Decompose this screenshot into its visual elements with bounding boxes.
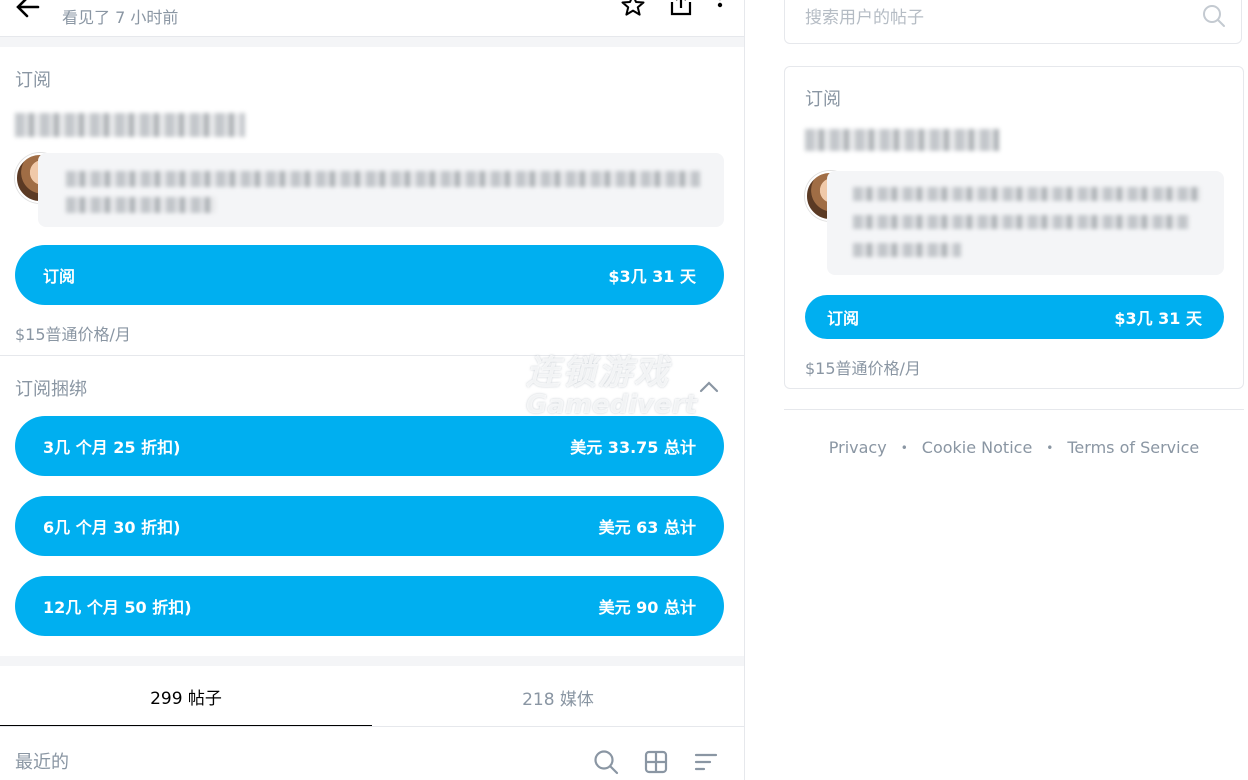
subscribe-button-label: 订阅 (43, 267, 76, 286)
watermark-line1: 连锁游戏 (526, 353, 670, 393)
terms-link[interactable]: Terms of Service (1067, 438, 1199, 457)
divider (784, 409, 1244, 410)
bundle-label: 6几 个月 30 折扣) (43, 518, 181, 537)
section-gap (0, 656, 744, 666)
blurred-bio-message (38, 153, 724, 227)
profile-main-column: 看见了 7 小时前 订阅 订阅 $3几 31 天 $15普通价格/月 订阅捆绑 … (0, 0, 745, 780)
bundle-total: 美元 63 总计 (598, 518, 696, 537)
bundle-3-months-button[interactable]: 3几 个月 25 折扣) 美元 33.75 总计 (15, 416, 724, 476)
search-input[interactable]: 搜索用户的帖子 (805, 3, 924, 28)
subscription-label: 订阅 (15, 70, 51, 91)
last-seen-text: 看见了 7 小时前 (62, 8, 179, 27)
search-icon[interactable] (1201, 3, 1227, 33)
separator-dot: • (900, 440, 908, 455)
bundle-label: 3几 个月 25 折扣) (43, 438, 181, 457)
back-arrow-icon[interactable] (14, 0, 42, 24)
bundles-label: 订阅捆绑 (15, 379, 87, 400)
bundle-label: 12几 个月 50 折扣) (43, 598, 192, 617)
tab-media-label: 218 媒体 (522, 689, 594, 710)
divider (0, 726, 744, 727)
bundle-12-months-button[interactable]: 12几 个月 50 折扣) 美元 90 总计 (15, 576, 724, 636)
subscription-card: 订阅 订阅 $3几 31 天 $15普通价格/月 (784, 66, 1244, 389)
watermark: 连锁游戏 Gamedivert (526, 345, 697, 420)
bundle-total: 美元 33.75 总计 (570, 438, 696, 457)
star-icon[interactable] (620, 0, 646, 22)
bundle-6-months-button[interactable]: 6几 个月 30 折扣) 美元 63 总计 (15, 496, 724, 556)
bundle-total: 美元 90 总计 (598, 598, 696, 617)
card-subscribe-price: $3几 31 天 (1114, 309, 1202, 328)
blurred-display-name (15, 113, 245, 137)
blurred-bio-message (827, 171, 1224, 275)
header-actions (620, 0, 724, 22)
chevron-up-icon[interactable] (698, 378, 720, 397)
more-vertical-icon[interactable] (716, 0, 724, 22)
card-subscribe-button[interactable]: 订阅 $3几 31 天 (805, 295, 1224, 339)
separator-dot: • (1046, 440, 1054, 455)
card-subscribe-label: 订阅 (827, 309, 860, 328)
search-posts-box[interactable]: 搜索用户的帖子 (784, 0, 1242, 44)
tab-posts-label: 299 帖子 (150, 688, 222, 709)
blurred-display-name (805, 129, 999, 151)
share-icon[interactable] (668, 0, 694, 22)
card-regular-price: $15普通价格/月 (805, 359, 921, 378)
tab-media[interactable]: 218 媒体 (372, 667, 744, 727)
footer-links: Privacy • Cookie Notice • Terms of Servi… (784, 438, 1244, 457)
watermark-line2: Gamedivert (526, 390, 697, 420)
cookie-notice-link[interactable]: Cookie Notice (922, 438, 1033, 457)
tab-posts[interactable]: 299 帖子 (0, 667, 372, 727)
profile-header-bar: 看见了 7 小时前 (0, 0, 744, 37)
card-subscription-label: 订阅 (805, 89, 841, 110)
privacy-link[interactable]: Privacy (829, 438, 887, 457)
feed-tools (592, 748, 720, 780)
subscribe-button-price: $3几 31 天 (608, 267, 696, 286)
regular-price-note: $15普通价格/月 (15, 325, 131, 344)
subscribe-button[interactable]: 订阅 $3几 31 天 (15, 245, 724, 305)
search-icon[interactable] (592, 748, 620, 780)
recent-sort-label: 最近的 (15, 752, 69, 773)
section-gap (0, 37, 744, 47)
sort-icon[interactable] (692, 748, 720, 780)
grid-view-icon[interactable] (642, 748, 670, 780)
